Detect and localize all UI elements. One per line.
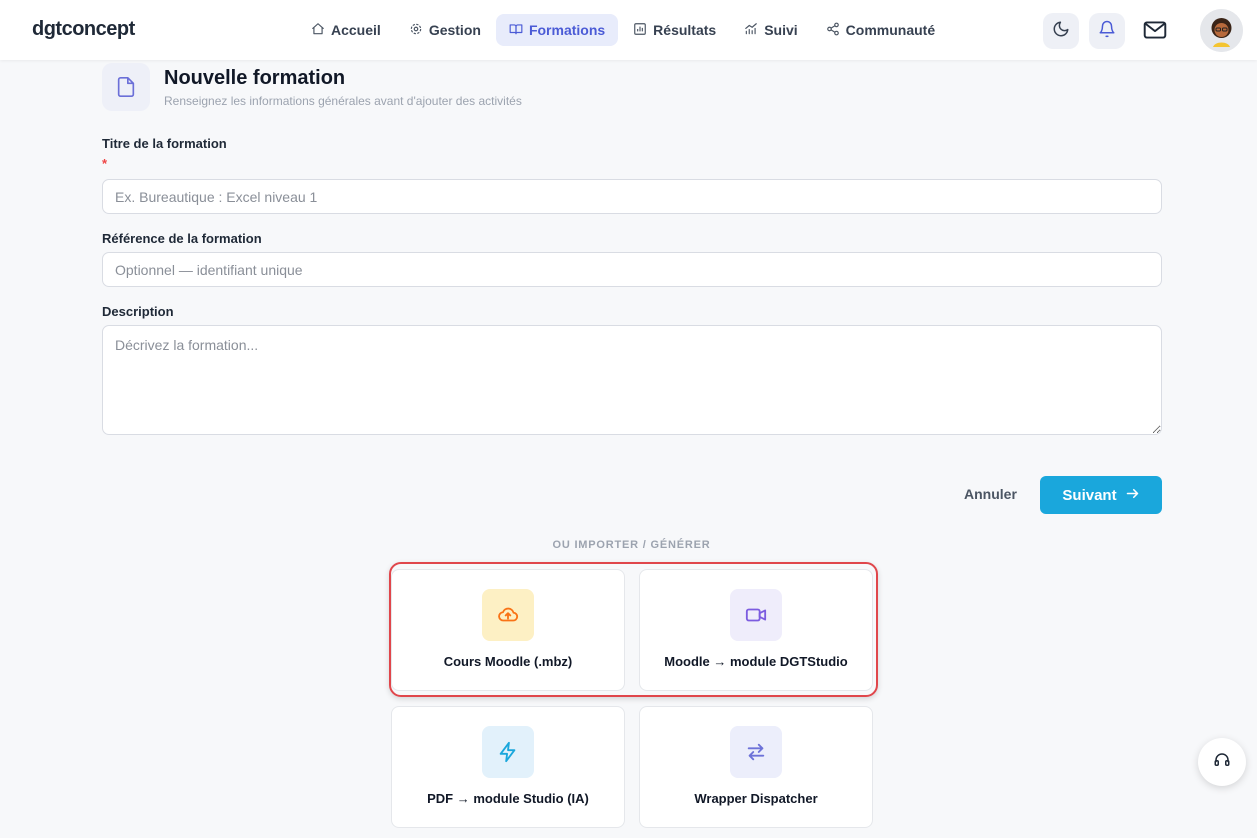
next-button[interactable]: Suivant <box>1040 476 1162 514</box>
brand-logo[interactable]: dgtconcept <box>32 18 135 41</box>
mail-icon <box>1142 21 1168 47</box>
nav-item-label: Gestion <box>428 22 481 38</box>
reference-label: Référence de la formation <box>102 231 262 246</box>
title-input[interactable] <box>102 179 1162 214</box>
home-icon <box>311 22 325 39</box>
nav-item-label: Résultats <box>653 22 717 38</box>
description-textarea[interactable] <box>102 325 1162 435</box>
notifications-button[interactable] <box>1089 13 1125 49</box>
top-bar: dgtconcept Accueil Gestion Formations Ré… <box>0 0 1257 60</box>
lightning-icon <box>482 726 534 778</box>
nav-item-formations[interactable]: Formations <box>495 14 619 46</box>
card-label: PDF → module Studio (IA) <box>427 791 589 806</box>
import-wrapper-dispatcher-card[interactable]: Wrapper Dispatcher <box>639 706 873 828</box>
cancel-button[interactable]: Annuler <box>964 486 1017 502</box>
nav-item-label: Accueil <box>331 22 381 38</box>
nav-item-gestion[interactable]: Gestion <box>396 14 494 46</box>
cloud-upload-icon <box>482 589 534 641</box>
gear-icon <box>409 22 423 39</box>
import-moodle-mbz-card[interactable]: Cours Moodle (.mbz) <box>391 569 625 691</box>
reference-input[interactable] <box>102 252 1162 287</box>
title-label: Titre de la formation <box>102 136 227 151</box>
card-label: Wrapper Dispatcher <box>694 791 818 806</box>
next-button-label: Suivant <box>1062 486 1117 504</box>
main-nav: Accueil Gestion Formations Résultats Sui… <box>298 14 948 46</box>
required-mark: * <box>102 156 108 171</box>
nav-item-label: Communauté <box>845 22 936 38</box>
import-pdf-studio-card[interactable]: PDF → module Studio (IA) <box>391 706 625 828</box>
messages-button[interactable] <box>1142 17 1168 48</box>
support-button[interactable] <box>1198 738 1246 786</box>
nav-item-communaute[interactable]: Communauté <box>813 14 948 46</box>
video-icon <box>730 589 782 641</box>
nav-item-label: Formations <box>528 22 606 38</box>
page-title: Nouvelle formation <box>164 67 346 89</box>
card-label: Cours Moodle (.mbz) <box>443 654 573 669</box>
nav-item-resultats[interactable]: Résultats <box>620 14 729 46</box>
import-heading: OU IMPORTER / GÉNÉRER <box>552 539 711 551</box>
moon-icon <box>1052 20 1070 43</box>
bar-chart-icon <box>633 22 647 39</box>
import-moodle-dgtstudio-card[interactable]: Moodle → module DGTStudio <box>639 569 873 691</box>
arrow-right-icon <box>1125 486 1140 505</box>
nav-item-suivi[interactable]: Suivi <box>731 14 810 46</box>
swap-icon <box>730 726 782 778</box>
share-icon <box>826 22 840 39</box>
description-label: Description <box>102 304 174 319</box>
bell-icon <box>1098 20 1116 43</box>
dark-mode-button[interactable] <box>1043 13 1079 49</box>
document-icon <box>102 63 150 111</box>
page-subtitle: Renseignez les informations générales av… <box>164 94 522 108</box>
book-icon <box>509 22 523 39</box>
avatar[interactable] <box>1200 9 1243 52</box>
nav-item-label: Suivi <box>764 22 798 38</box>
trend-icon <box>744 22 758 39</box>
nav-item-accueil[interactable]: Accueil <box>298 14 394 46</box>
card-label: Moodle → module DGTStudio <box>664 654 848 669</box>
headset-icon <box>1213 751 1231 774</box>
